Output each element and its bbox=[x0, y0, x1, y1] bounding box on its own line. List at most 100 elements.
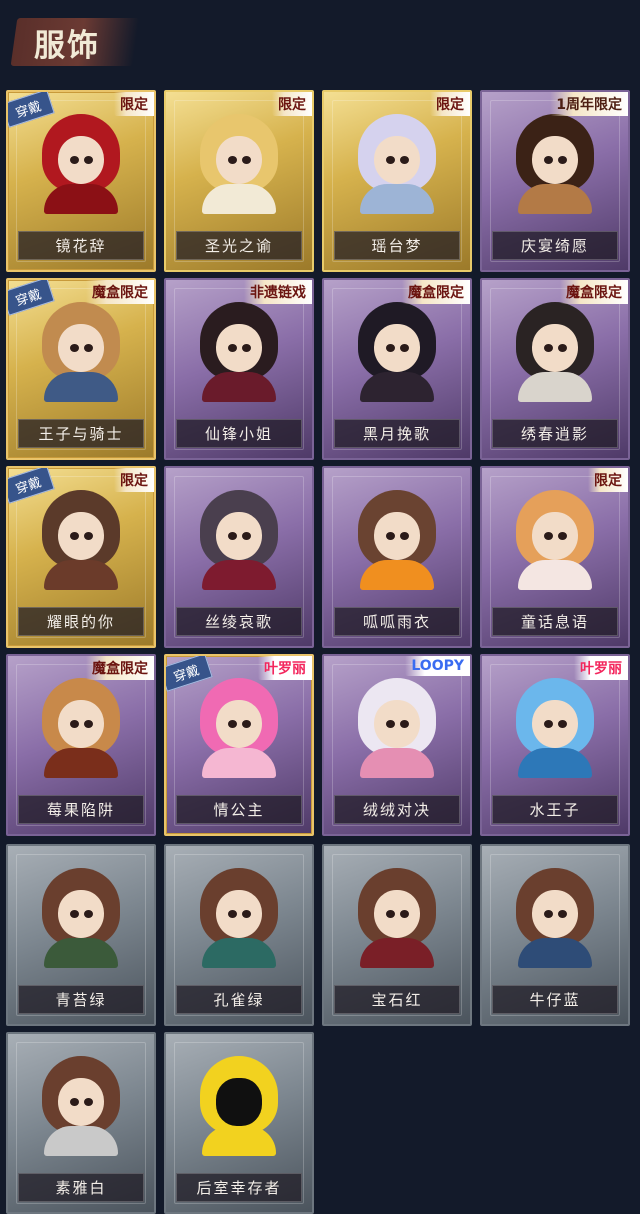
outfit-body bbox=[518, 184, 592, 214]
outfit-body bbox=[44, 560, 118, 590]
outfit-card[interactable]: 魔盒限定莓果陷阱 bbox=[6, 654, 156, 836]
outfit-name: 青苔绿 bbox=[18, 985, 144, 1014]
outfit-name: 丝绫哀歌 bbox=[176, 607, 302, 636]
outfit-card[interactable]: 魔盒限定 绣春逍影 bbox=[480, 278, 630, 460]
outfit-card[interactable]: 叶罗丽水王子 bbox=[480, 654, 630, 836]
character-portrait bbox=[194, 868, 284, 968]
outfit-body bbox=[202, 184, 276, 214]
face bbox=[532, 324, 578, 372]
outfit-name: 呱呱雨衣 bbox=[334, 607, 460, 636]
outfit-card[interactable]: 限定 瑶台梦 bbox=[322, 90, 472, 272]
outfit-body bbox=[44, 938, 118, 968]
eye-left bbox=[386, 720, 395, 728]
face bbox=[532, 700, 578, 748]
eye-right bbox=[558, 532, 567, 540]
face bbox=[58, 1078, 104, 1126]
face bbox=[532, 136, 578, 184]
face bbox=[58, 324, 104, 372]
eye-left bbox=[386, 532, 395, 540]
eye-right bbox=[558, 910, 567, 918]
outfit-card[interactable]: 孔雀绿 bbox=[164, 844, 314, 1026]
eye-right bbox=[84, 1098, 93, 1106]
character-portrait bbox=[36, 114, 126, 214]
limited-tag: 叶罗丽 bbox=[574, 656, 628, 680]
outfit-card[interactable]: 后室幸存者 bbox=[164, 1032, 314, 1214]
outfit-card[interactable]: 素雅白 bbox=[6, 1032, 156, 1214]
outfit-body bbox=[202, 560, 276, 590]
outfit-card[interactable]: 青苔绿 bbox=[6, 844, 156, 1026]
outfit-card[interactable]: 牛仔蓝 bbox=[480, 844, 630, 1026]
outfit-name: 牛仔蓝 bbox=[492, 985, 618, 1014]
outfit-body bbox=[44, 184, 118, 214]
eye-right bbox=[84, 156, 93, 164]
eye-right bbox=[558, 344, 567, 352]
eye-left bbox=[228, 910, 237, 918]
outfit-card[interactable]: 非遗链戏 仙锋小姐 bbox=[164, 278, 314, 460]
outfit-card[interactable]: 限定 穿戴 镜花辞 bbox=[6, 90, 156, 272]
eye-left bbox=[70, 532, 79, 540]
outfit-body bbox=[44, 1126, 118, 1156]
outfit-body bbox=[360, 372, 434, 402]
outfit-card[interactable]: 魔盒限定 穿戴 王子与骑士 bbox=[6, 278, 156, 460]
character-portrait bbox=[352, 114, 442, 214]
outfit-name: 耀眼的你 bbox=[18, 607, 144, 636]
outfit-card[interactable]: 限定 童话息语 bbox=[480, 466, 630, 648]
eye-left bbox=[544, 156, 553, 164]
limited-tag: LOOPY bbox=[405, 656, 470, 676]
outfit-card[interactable]: 1周年限定庆宴绮愿 bbox=[480, 90, 630, 272]
eye-left bbox=[386, 910, 395, 918]
outfit-name: 瑶台梦 bbox=[334, 231, 460, 260]
limited-tag: 叶罗丽 bbox=[258, 656, 312, 680]
outfit-name: 绒绒对决 bbox=[334, 795, 460, 824]
outfit-body bbox=[44, 372, 118, 402]
limited-tag: 魔盒限定 bbox=[86, 280, 154, 304]
outfit-name: 黑月挽歌 bbox=[334, 419, 460, 448]
outfit-card[interactable]: 宝石红 bbox=[322, 844, 472, 1026]
limited-tag: 限定 bbox=[114, 468, 154, 492]
limited-tag: 非遗链戏 bbox=[244, 280, 312, 304]
character-portrait bbox=[194, 1056, 284, 1156]
character-portrait bbox=[510, 868, 600, 968]
face bbox=[374, 136, 420, 184]
outfit-card[interactable]: 呱呱雨衣 bbox=[322, 466, 472, 648]
character-portrait bbox=[36, 868, 126, 968]
outfit-name: 王子与骑士 bbox=[18, 419, 144, 448]
face bbox=[532, 512, 578, 560]
character-portrait bbox=[510, 678, 600, 778]
limited-tag: 魔盒限定 bbox=[86, 656, 154, 680]
limited-tag: 1周年限定 bbox=[550, 92, 628, 116]
character-portrait bbox=[194, 490, 284, 590]
outfit-card[interactable]: LOOPY 绒绒对决 bbox=[322, 654, 472, 836]
eye-left bbox=[544, 720, 553, 728]
outfit-body bbox=[202, 372, 276, 402]
outfit-name: 宝石红 bbox=[334, 985, 460, 1014]
outfit-card[interactable]: 限定 穿戴 耀眼的你 bbox=[6, 466, 156, 648]
eye-right bbox=[400, 156, 409, 164]
character-portrait bbox=[352, 302, 442, 402]
outfit-card[interactable]: 魔盒限定 黑月挽歌 bbox=[322, 278, 472, 460]
eye-left bbox=[544, 344, 553, 352]
outfit-name: 绣春逍影 bbox=[492, 419, 618, 448]
eye-left bbox=[386, 344, 395, 352]
outfit-body bbox=[518, 560, 592, 590]
outfit-name: 水王子 bbox=[492, 795, 618, 824]
outfit-card[interactable]: 叶罗丽 穿戴 情公主 bbox=[164, 654, 314, 836]
limited-tag: 限定 bbox=[114, 92, 154, 116]
face bbox=[532, 890, 578, 938]
face bbox=[374, 324, 420, 372]
eye-right bbox=[400, 344, 409, 352]
outfit-name: 庆宴绮愿 bbox=[492, 231, 618, 260]
outfit-card[interactable]: 丝绫哀歌 bbox=[164, 466, 314, 648]
character-portrait bbox=[36, 1056, 126, 1156]
eye-right bbox=[400, 532, 409, 540]
outfit-name: 莓果陷阱 bbox=[18, 795, 144, 824]
eye-left bbox=[228, 720, 237, 728]
eye-right bbox=[242, 344, 251, 352]
eye-left bbox=[70, 156, 79, 164]
outfit-card[interactable]: 限定 圣光之谕 bbox=[164, 90, 314, 272]
face bbox=[374, 890, 420, 938]
character-portrait bbox=[194, 302, 284, 402]
face bbox=[216, 890, 262, 938]
outfit-body bbox=[360, 560, 434, 590]
eye-right bbox=[558, 720, 567, 728]
